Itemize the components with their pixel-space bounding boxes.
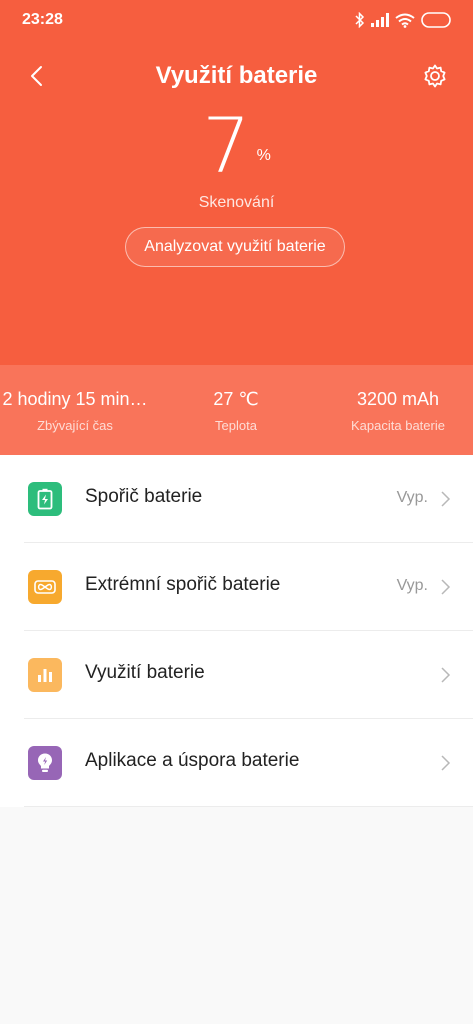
lightbulb-icon [28,746,62,780]
stat-label: Zbývající čas [37,418,113,433]
list-item-status: Vyp. [396,577,428,594]
status-bar: 23:28 [0,0,473,42]
list-item-label: Extrémní spořič baterie [85,574,281,595]
stat-value: 2 hodiny 15 min… [2,389,148,409]
list-item-extreme-saver[interactable]: Extrémní spořič baterie Vyp. [0,543,473,631]
list-item-label: Spořič baterie [85,486,203,507]
percent-sign: % [256,147,271,164]
signal-icon [371,13,389,27]
settings-gear-icon[interactable] [421,62,449,90]
stat-remaining-time: 2 hodiny 15 min… Zbývající čas [0,389,150,433]
bar-chart-icon [28,658,62,692]
infinity-icon [28,570,62,604]
stat-value: 27 ℃ [213,389,259,409]
list-item-label: Využití baterie [85,662,205,683]
battery-icon [421,12,451,28]
battery-stats: 2 hodiny 15 min… Zbývající čas 27 ℃ Tepl… [0,365,473,455]
stat-capacity: 3200 mAh Kapacita baterie [326,389,470,433]
battery-saver-icon [28,482,62,516]
divider [24,806,473,807]
settings-list: Spořič baterie Vyp. Extrémní spořič bate… [0,455,473,807]
status-icons [355,10,453,30]
list-item-label: Aplikace a úspora baterie [85,750,300,771]
scan-status: Skenování [198,194,275,211]
list-item-status: Vyp. [396,489,428,506]
battery-percentage: 7% [0,103,473,189]
chevron-right-icon [441,491,451,507]
wifi-icon [395,13,415,28]
list-item-apps-battery[interactable]: Aplikace a úspora baterie [0,719,473,807]
stat-temperature: 27 ℃ Teplota [166,389,306,433]
status-time: 23:28 [22,11,63,28]
list-item-battery-usage[interactable]: Využití baterie [0,631,473,719]
battery-header: 23:28 Využití baterie 7 % Skenování Anal… [0,0,473,365]
stat-label: Kapacita baterie [351,418,445,433]
bluetooth-icon [355,12,365,28]
stat-value: 3200 mAh [356,389,440,409]
list-item-battery-saver[interactable]: Spořič baterie Vyp. [0,455,473,543]
chevron-right-icon [441,667,451,683]
battery-percent-value: 7 [202,101,251,190]
chevron-right-icon [441,579,451,595]
chevron-right-icon [441,755,451,771]
analyze-battery-button[interactable]: Analyzovat využití baterie [125,227,345,267]
page-title: Využití baterie [155,62,318,89]
stat-label: Teplota [215,418,257,433]
